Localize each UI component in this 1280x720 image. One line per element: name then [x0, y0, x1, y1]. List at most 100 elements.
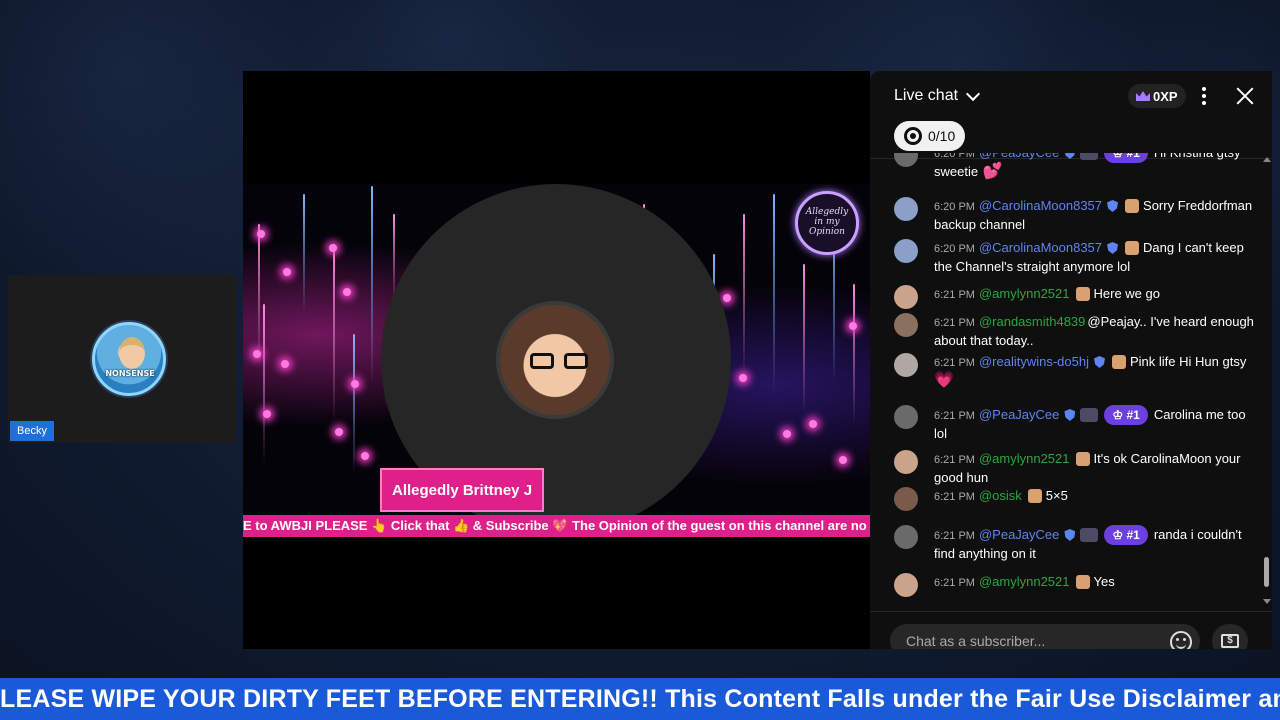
avatar-face — [119, 337, 145, 369]
guest-tile[interactable]: NONSENSE Becky — [8, 275, 236, 443]
scrollbar-thumb[interactable] — [1264, 557, 1269, 587]
more-options-icon[interactable] — [1200, 87, 1208, 107]
glow-dot — [839, 456, 847, 464]
light-streak — [353, 334, 355, 474]
message-author[interactable]: @amylynn2521 — [979, 574, 1070, 589]
chat-footer: $ — [870, 611, 1272, 649]
target-icon — [904, 127, 922, 145]
chat-message[interactable]: 6:21 PM @PeaJayCee ♔ #1 Carolina me too lol — [894, 405, 1254, 442]
glow-dot — [351, 380, 359, 388]
avatar[interactable] — [894, 313, 918, 337]
glow-dot — [723, 294, 731, 302]
member-badge-icon — [1125, 241, 1140, 255]
message-author[interactable]: @CarolinaMoon8357 — [979, 240, 1102, 255]
close-icon[interactable] — [1234, 85, 1256, 107]
avatar[interactable] — [894, 285, 918, 309]
scroll-up-arrow[interactable] — [1263, 157, 1271, 162]
chat-message[interactable]: 6:20 PM @CarolinaMoon8357 Dang I can't kee… — [894, 239, 1254, 275]
chat-messages[interactable]: 6:20 PM@PeaJayCee♔ #1Hi Kristina gtsy sw… — [870, 153, 1272, 609]
avatar[interactable] — [894, 197, 918, 221]
message-body: 6:20 PM @CarolinaMoon8357 Sorry Freddorfma… — [934, 197, 1254, 233]
glow-dot — [783, 430, 791, 438]
heart-emoji: 💗 — [934, 372, 954, 389]
live-badge-icon — [1080, 408, 1099, 422]
video-player[interactable]: Allegedly in my Opinion Allegedly Brittn… — [243, 71, 870, 649]
light-streak — [333, 244, 335, 424]
glow-dot — [283, 268, 291, 276]
avatar[interactable] — [894, 153, 918, 167]
message-author[interactable]: @PeaJayCee — [979, 407, 1059, 422]
member-badge-icon — [1112, 355, 1126, 369]
chat-message[interactable]: 6:20 PM@PeaJayCee♔ #1Hi Kristina gtsy sw… — [894, 153, 1254, 180]
glow-dot — [263, 410, 271, 418]
chat-message[interactable]: 6:21 PM @amylynn2521 Here we go — [894, 285, 1254, 309]
message-timestamp: 6:20 PM — [934, 243, 975, 255]
message-body: 6:21 PM @amylynn2521 It's ok CarolinaMoon … — [934, 450, 1254, 486]
scroll-down-arrow[interactable] — [1263, 599, 1271, 604]
rank-badge: ♔ #1 — [1104, 153, 1148, 163]
chat-header: Live chat 0XP 0/10 — [870, 71, 1272, 159]
glow-dot — [739, 374, 747, 382]
avatar[interactable] — [894, 239, 918, 263]
avatar[interactable] — [894, 353, 918, 377]
message-timestamp: 6:21 PM — [934, 410, 975, 422]
live-chat-panel: Live chat 0XP 0/10 6:20 PM @PeaJayCee ♔ #1… — [870, 71, 1272, 649]
chat-message[interactable]: 6:21 PM @osisk 5×5 — [894, 487, 1254, 511]
chat-title: Live chat — [894, 87, 959, 104]
chat-input[interactable] — [890, 624, 1200, 649]
message-text: Here we go — [1093, 286, 1160, 301]
message-timestamp: 6:21 PM — [934, 289, 975, 301]
light-streak — [773, 194, 775, 394]
guest-name-label: Becky — [10, 421, 54, 441]
member-badge-icon — [1075, 287, 1090, 301]
light-streak — [303, 194, 305, 314]
crown-icon — [1136, 91, 1150, 101]
chat-message[interactable]: 6:21 PM @amylynn2521 Yes — [894, 573, 1254, 597]
glow-dot — [329, 244, 337, 252]
message-timestamp: 6:21 PM — [934, 454, 975, 466]
message-body: 6:21 PM @realitywins-do5hj Pink life Hi Hu… — [934, 353, 1254, 389]
message-author[interactable]: @amylynn2521 — [979, 286, 1070, 301]
message-author[interactable]: @randasmith4839 — [979, 314, 1085, 329]
xp-badge[interactable]: 0XP — [1128, 84, 1186, 108]
live-badge-icon — [1080, 153, 1099, 160]
member-badge-icon — [1075, 575, 1090, 589]
chat-message[interactable]: 6:21 PM @realitywins-do5hj Pink life Hi Hu… — [894, 353, 1254, 389]
super-chat-button[interactable]: $ — [1212, 624, 1248, 649]
glow-dot — [343, 288, 351, 296]
message-author[interactable]: @CarolinaMoon8357 — [979, 198, 1102, 213]
light-streak — [258, 224, 260, 364]
moderator-shield-icon — [1064, 529, 1076, 541]
message-author[interactable]: @PeaJayCee — [979, 153, 1059, 160]
avatar[interactable] — [894, 405, 918, 429]
chat-message[interactable]: 6:20 PM @CarolinaMoon8357 Sorry Freddorfma… — [894, 197, 1254, 233]
avatar[interactable] — [894, 573, 918, 597]
light-streak — [371, 186, 373, 386]
message-body: 6:21 PM @amylynn2521 Here we go — [934, 285, 1254, 304]
member-badge-icon — [1027, 489, 1042, 503]
glow-dot — [809, 420, 817, 428]
host-name-tag: Allegedly Brittney J — [380, 468, 545, 512]
avatar[interactable] — [894, 487, 918, 511]
avatar[interactable] — [894, 525, 918, 549]
message-author[interactable]: @osisk — [979, 488, 1022, 503]
message-author[interactable]: @PeaJayCee — [979, 527, 1059, 542]
avatar-logo-text: NONSENSE — [105, 369, 155, 378]
chat-message[interactable]: 6:21 PM @randasmith4839 @Peajay.. I've hea… — [894, 313, 1254, 349]
message-body: 6:20 PM@PeaJayCee♔ #1Hi Kristina gtsy sw… — [934, 153, 1254, 180]
message-author[interactable]: @realitywins-do5hj — [979, 354, 1089, 369]
channel-logo: Allegedly in my Opinion — [795, 191, 859, 255]
heart-emoji: 💕 — [978, 163, 1003, 180]
chat-scrollbar[interactable] — [1262, 153, 1271, 609]
glow-dot — [257, 230, 265, 238]
emoji-icon[interactable] — [1170, 631, 1192, 649]
guest-avatar: NONSENSE — [92, 322, 166, 396]
message-author[interactable]: @amylynn2521 — [979, 451, 1070, 466]
chat-message[interactable]: 6:21 PM @amylynn2521 It's ok CarolinaMoon … — [894, 450, 1254, 486]
chat-message[interactable]: 6:21 PM @PeaJayCee ♔ #1 randa i couldn't fi… — [894, 525, 1254, 562]
chat-mode-dropdown[interactable]: Live chat — [894, 86, 981, 105]
bottom-crawl-banner: LEASE WIPE YOUR DIRTY FEET BEFORE ENTERI… — [0, 678, 1280, 720]
avatar[interactable] — [894, 450, 918, 474]
goal-chip[interactable]: 0/10 — [894, 121, 966, 151]
moderator-shield-icon — [1064, 409, 1076, 421]
